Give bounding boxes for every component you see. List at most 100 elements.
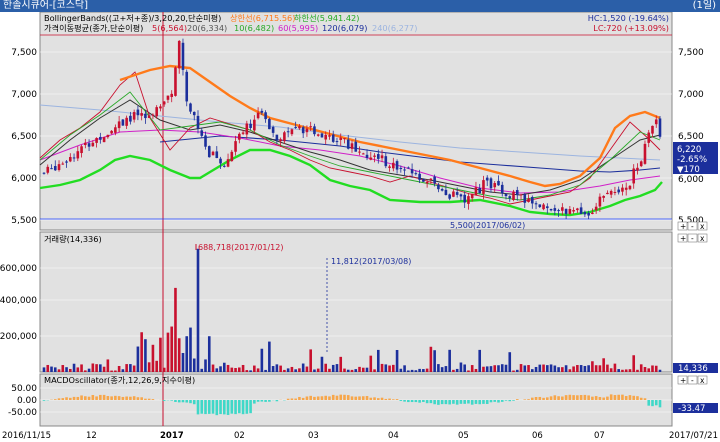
volume-bar (647, 368, 651, 372)
volume-bar (245, 370, 249, 372)
candle-body (482, 180, 485, 194)
macd-bar (42, 400, 46, 401)
volume-bar (298, 368, 301, 372)
volume-bar (403, 365, 406, 372)
volume-bar (572, 366, 575, 372)
candle-body (335, 141, 339, 143)
volume-bar (192, 358, 196, 372)
volume-bar (249, 370, 252, 372)
macd-bar (500, 400, 504, 402)
volume-bar (639, 364, 643, 372)
macd-bar (384, 398, 388, 400)
candle-body (422, 179, 425, 182)
candle-body (147, 115, 151, 118)
candle-body (444, 189, 448, 195)
macd-bar (260, 400, 264, 402)
macd-bar (189, 400, 192, 404)
svg-text:+: + (680, 222, 686, 231)
volume-bar (140, 332, 143, 372)
volume-bar (523, 365, 527, 372)
macd-bar (410, 400, 414, 403)
macd-bar (429, 400, 433, 404)
volume-bar (602, 358, 605, 372)
candle-body (384, 156, 388, 167)
macd-bar (346, 395, 350, 400)
macd-bar (493, 400, 497, 402)
volume-bar (42, 367, 46, 372)
candle-body (508, 196, 512, 199)
volume-bar (467, 370, 470, 372)
bb-indicator-label[interactable]: BollingerBands((고+저+종)/3,20,20,단순미평) (44, 13, 221, 23)
macd-value: -33.47 (678, 404, 705, 414)
volume-panel-buttons[interactable]: + - x (677, 233, 708, 243)
volume-bar (579, 365, 583, 372)
volume-bar (621, 369, 624, 372)
volume-bar (102, 366, 106, 372)
volume-bar (508, 352, 512, 372)
macd-bar (392, 399, 395, 400)
ma60-value: 60(5,995) (278, 23, 318, 33)
candle-body (373, 155, 376, 157)
macd-bar (647, 400, 651, 406)
volume-peak-annotation: 688,718(2017/01/12) (198, 243, 283, 252)
price-panel[interactable] (39, 12, 673, 231)
volume-bar (76, 367, 80, 372)
svg-text:02: 02 (234, 431, 245, 441)
candle-body (354, 141, 358, 152)
volume-bar (95, 364, 98, 372)
volume-bar (534, 366, 538, 372)
volume-bar (114, 370, 117, 372)
macd-bar (557, 396, 560, 400)
macd-bar (654, 400, 658, 406)
volume-bar (519, 364, 523, 372)
volume-bar (546, 365, 549, 372)
macd-label[interactable]: MACDOscillator(종가,12,26,9,지수이평) (44, 375, 195, 385)
candle-body (572, 210, 575, 212)
macd-bar (177, 400, 181, 403)
period-label[interactable]: (1일) (693, 0, 716, 12)
volume-bar (290, 366, 294, 372)
svg-text:-: - (691, 222, 694, 231)
ma20-value: 20(6,334) (187, 23, 227, 33)
volume-bar (181, 352, 185, 372)
macd-bar (65, 397, 68, 400)
ma-indicator-label[interactable]: 가격이동평균(종가,단순이평) (44, 23, 143, 33)
macd-bar (343, 394, 346, 400)
candle-body (253, 119, 256, 131)
macd-bar (591, 396, 594, 400)
volume-bar (53, 367, 57, 372)
macd-bar (162, 400, 166, 401)
macd-bar (617, 394, 620, 400)
candle-body (68, 157, 72, 162)
candle-body (260, 110, 264, 113)
macd-panel-buttons[interactable]: + - x (677, 375, 708, 385)
price-panel-buttons[interactable]: + - x (677, 221, 708, 231)
candle-body (174, 67, 177, 96)
candle-body (519, 194, 523, 196)
volume-bar (500, 364, 504, 372)
volume-label[interactable]: 거래량(14,336) (44, 234, 102, 244)
macd-bar (403, 400, 406, 402)
volume-panel[interactable] (39, 231, 673, 373)
macd-bar (508, 400, 512, 402)
candle-body (185, 71, 189, 102)
candle-body (403, 169, 406, 171)
candle-body (452, 191, 455, 197)
macd-bar (482, 400, 485, 404)
candle-body (407, 167, 410, 169)
current-price: 6,220 (677, 145, 701, 155)
macd-bar (594, 396, 598, 400)
volume-bar (624, 369, 628, 372)
volume-bar (651, 365, 654, 372)
svg-text:0.00: 0.00 (17, 396, 37, 406)
volume-bar (204, 359, 207, 372)
candle-body (478, 188, 482, 194)
candle-body (636, 167, 639, 171)
candle-body (358, 151, 361, 153)
candle-body (414, 173, 418, 175)
macd-bar (613, 395, 617, 400)
svg-text:6,000: 6,000 (11, 174, 37, 184)
candle-body (84, 142, 87, 146)
svg-text:x: x (700, 376, 705, 385)
candle-body (283, 132, 286, 142)
